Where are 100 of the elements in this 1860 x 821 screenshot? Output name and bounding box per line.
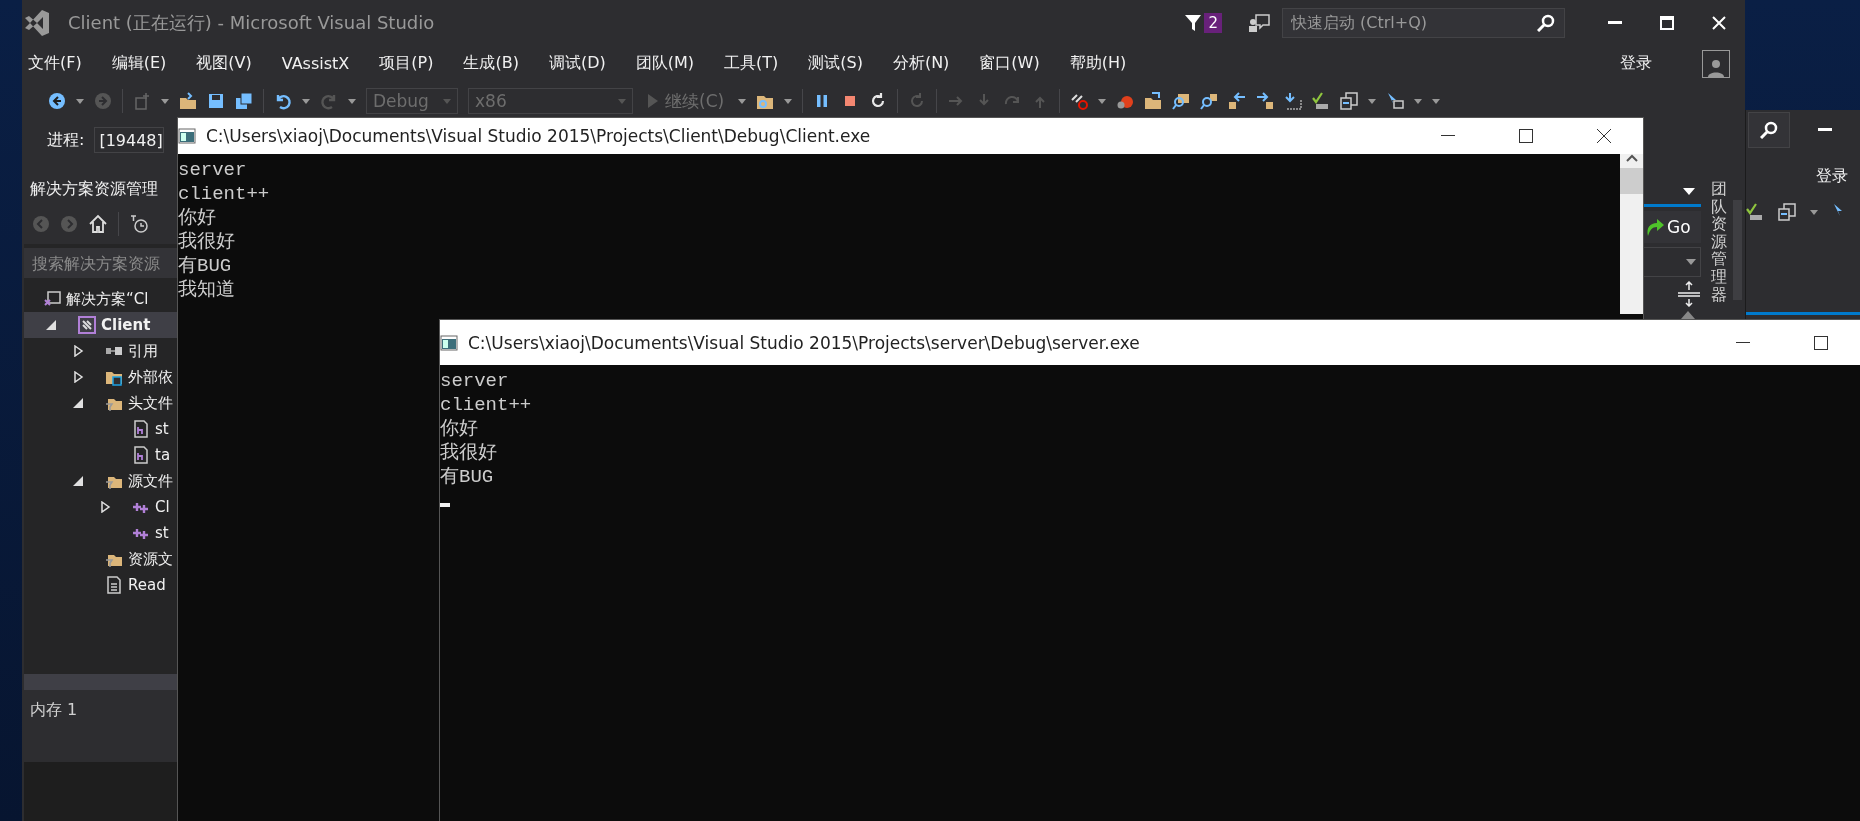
panel-title: 解决方案资源管理: [24, 174, 178, 204]
console-line: 我知道: [178, 278, 235, 302]
scrollbar-thumb[interactable]: [1620, 168, 1643, 194]
insert-icon[interactable]: [1284, 92, 1303, 110]
save-icon[interactable]: [207, 92, 225, 110]
tree-item[interactable]: 外部依: [24, 364, 178, 390]
collapsed-arrow-icon[interactable]: [99, 501, 111, 513]
avatar-icon[interactable]: [1702, 49, 1730, 78]
pointer-icon[interactable]: [1386, 92, 1405, 110]
maximize-icon[interactable]: [1814, 335, 1828, 350]
console-line: 有BUG: [440, 465, 494, 489]
menu-item[interactable]: VAssistX: [281, 54, 350, 73]
process-label: 进程:: [47, 129, 85, 151]
menu-item[interactable]: 窗口(W): [979, 53, 1040, 74]
caret-icon[interactable]: [1683, 187, 1695, 195]
back-icon[interactable]: [48, 92, 66, 110]
spell-check-icon[interactable]: [1312, 92, 1331, 110]
folder-arrow-icon[interactable]: [1144, 92, 1163, 110]
search-icon[interactable]: [1760, 121, 1778, 139]
console-line: client++: [440, 393, 532, 417]
save-all-icon[interactable]: [235, 92, 253, 110]
collapsed-arrow-icon[interactable]: [72, 371, 84, 383]
header-file-icon[interactable]: [132, 446, 150, 464]
console-line: 有BUG: [178, 254, 232, 278]
quick-launch-field[interactable]: 快速启动 (Ctrl+Q): [1282, 7, 1565, 38]
maximize-icon[interactable]: [1519, 129, 1533, 143]
team-explorer-tab[interactable]: 团队资源管理器: [1711, 180, 1727, 304]
sign-in-link[interactable]: 登录: [1816, 166, 1860, 187]
solution-icon[interactable]: [43, 290, 61, 308]
menu-item[interactable]: 工具(T): [724, 53, 779, 74]
home-icon[interactable]: [88, 214, 108, 234]
minimize-icon[interactable]: [1736, 341, 1750, 344]
sign-in-link[interactable]: 登录: [1620, 53, 1652, 74]
undo-icon[interactable]: [274, 92, 292, 110]
console-line: server: [178, 158, 247, 182]
tree-item[interactable]: Read: [24, 572, 178, 598]
panel-title: 内存 1: [30, 700, 78, 719]
menu-item[interactable]: 帮助(H): [1069, 53, 1127, 74]
process-dropdown[interactable]: [19448]: [94, 127, 165, 153]
find-symbol-icon[interactable]: [1200, 92, 1219, 110]
breakpoints-icon[interactable]: [1070, 92, 1089, 110]
console-line: 你好: [440, 417, 478, 441]
tree-item[interactable]: st: [24, 520, 178, 546]
window-title: Client (正在运行) - Microsoft Visual Studio: [68, 10, 435, 35]
spell-check-icon[interactable]: [1746, 203, 1764, 221]
menu-item[interactable]: 编辑(E): [111, 53, 167, 74]
menu-item[interactable]: 文件(F): [28, 53, 82, 74]
console-line: server: [440, 369, 509, 393]
menu-item[interactable]: 测试(S): [808, 53, 863, 74]
scrollbar[interactable]: [1620, 154, 1643, 314]
menu-item[interactable]: 生成(B): [463, 53, 519, 74]
tree-item[interactable]: Cl: [24, 494, 178, 520]
menu-item[interactable]: 团队(M): [635, 53, 694, 74]
expanded-arrow-icon[interactable]: [72, 397, 84, 409]
splitter-icon[interactable]: [1677, 281, 1701, 307]
expanded-arrow-icon[interactable]: [72, 475, 84, 487]
tree-item[interactable]: 引用: [24, 338, 178, 364]
minimize-icon[interactable]: [1608, 20, 1622, 25]
notification-count[interactable]: 2: [1204, 12, 1222, 33]
menu-item[interactable]: 项目(P): [379, 53, 434, 74]
curved-arrow-icon: [1645, 216, 1665, 238]
console-line: 你好: [178, 206, 216, 230]
tree-item[interactable]: ta: [24, 442, 178, 468]
menu-item[interactable]: 视图(V): [196, 53, 252, 74]
project-icon[interactable]: [78, 316, 96, 334]
window-title: C:\Users\xiaoj\Documents\Visual Studio 2015\Projects\Client\Debug\Client.exe: [206, 126, 871, 146]
open-folder-icon[interactable]: [179, 92, 197, 110]
filter-icon[interactable]: [1184, 12, 1203, 33]
navigate-forward-icon[interactable]: [1256, 92, 1275, 110]
collapsed-arrow-icon[interactable]: [72, 345, 84, 357]
tree-item[interactable]: 解决方案“Cl: [24, 286, 178, 312]
close-icon[interactable]: [1597, 129, 1611, 143]
menu-item[interactable]: 分析(N): [892, 53, 950, 74]
search-icon[interactable]: [1537, 13, 1555, 32]
find-folder-icon[interactable]: [1172, 92, 1191, 110]
search-button[interactable]: [1748, 112, 1790, 148]
tree-item[interactable]: 源文件: [24, 468, 178, 494]
console-line: 我很好: [440, 441, 497, 465]
scroll-up-icon[interactable]: [1625, 154, 1638, 162]
window-title: C:\Users\xiaoj\Documents\Visual Studio 2015\Projects\server\Debug\server.exe: [468, 332, 1140, 353]
tree-item[interactable]: Client: [24, 312, 178, 338]
navigate-back-icon[interactable]: [1228, 92, 1247, 110]
console-line: 我很好: [178, 230, 235, 254]
copy-icon[interactable]: [1778, 203, 1796, 221]
search-field[interactable]: 搜索解决方案资源: [24, 248, 178, 278]
copy-icon[interactable]: [1340, 92, 1359, 110]
expanded-arrow-icon[interactable]: [45, 319, 57, 331]
tree-item[interactable]: st: [24, 416, 178, 442]
feedback-icon[interactable]: [1248, 12, 1270, 33]
tree-item[interactable]: 资源文: [24, 546, 178, 572]
console-line: client++: [178, 182, 270, 206]
text-file-icon[interactable]: [105, 576, 123, 594]
header-file-icon[interactable]: [132, 420, 150, 438]
play-icon: [647, 93, 659, 109]
menu-item[interactable]: 调试(D): [548, 53, 606, 74]
minimize-icon[interactable]: [1818, 128, 1832, 132]
go-button[interactable]: Go: [1643, 211, 1701, 243]
minimize-icon[interactable]: [1441, 135, 1455, 137]
tree-item[interactable]: 头文件: [24, 390, 178, 416]
history-icon[interactable]: [129, 214, 149, 234]
